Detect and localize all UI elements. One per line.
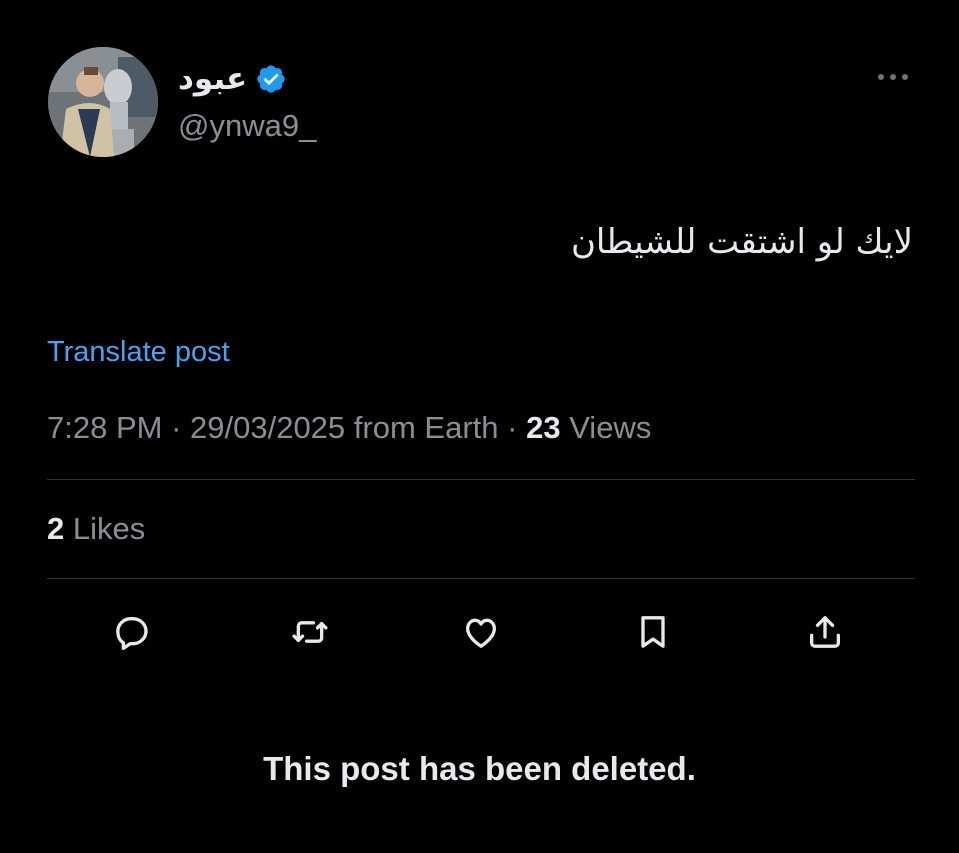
tweet-date[interactable]: 29/03/2025 — [190, 410, 345, 445]
profile-photo-icon — [48, 47, 158, 157]
divider — [47, 479, 915, 480]
likes-count[interactable]: 2 — [47, 511, 64, 546]
translate-post-link[interactable]: Translate post — [47, 336, 230, 369]
divider — [47, 578, 915, 579]
deleted-notice: This post has been deleted. — [263, 750, 696, 787]
meta-separator: · — [498, 410, 527, 445]
meta-separator: · — [162, 410, 191, 445]
likes-row[interactable]: 2 Likes — [47, 511, 145, 547]
display-name[interactable]: عبود — [178, 61, 247, 97]
views-label[interactable]: Views — [569, 410, 651, 445]
repost-button[interactable] — [288, 610, 332, 654]
tweet-text: لايك لو اشتقت للشيطان — [570, 222, 913, 262]
avatar[interactable] — [48, 47, 158, 157]
more-options-icon[interactable] — [872, 64, 914, 90]
tweet-time[interactable]: 7:28 PM — [47, 410, 162, 445]
bookmark-icon — [641, 616, 665, 648]
tweet-location: from Earth — [353, 410, 499, 445]
verified-badge-icon — [255, 63, 287, 95]
reply-button[interactable] — [110, 610, 154, 654]
like-icon — [466, 618, 496, 648]
share-button[interactable] — [803, 610, 847, 654]
likes-label[interactable]: Likes — [73, 511, 145, 546]
bookmark-button[interactable] — [631, 610, 675, 654]
like-button[interactable] — [459, 610, 503, 654]
share-icon — [810, 616, 840, 648]
author-handle[interactable]: @ynwa9_ — [178, 108, 316, 144]
repost-icon — [292, 621, 328, 643]
views-count[interactable]: 23 — [526, 410, 560, 445]
author-name-row[interactable]: عبود — [178, 58, 287, 100]
tweet-meta: 7:28 PM · 29/03/2025 from Earth · 23 Vie… — [47, 410, 651, 446]
reply-icon — [116, 617, 148, 650]
